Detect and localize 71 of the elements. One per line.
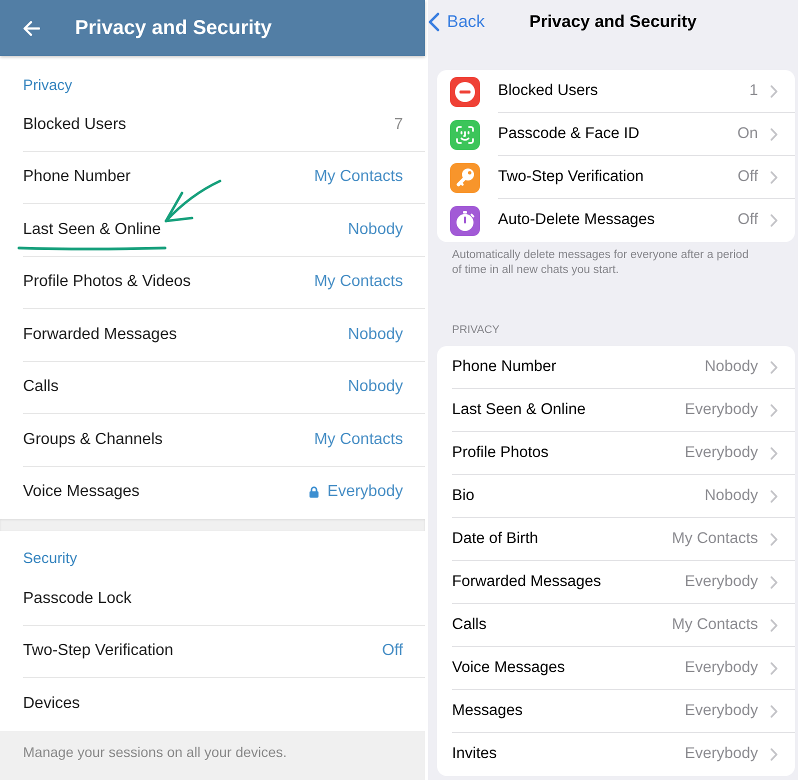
setting-value: My Contacts: [314, 430, 403, 450]
chevron-icon: [770, 360, 778, 374]
chevron-icon: [770, 704, 778, 718]
setting-value: Everybody: [684, 744, 758, 764]
chevron-icon: [770, 214, 778, 226]
setting-value: Nobody: [348, 220, 403, 240]
setting-label[interactable]: Phone Number: [452, 355, 556, 379]
setting-label[interactable]: Calls: [452, 613, 486, 637]
setting-label[interactable]: Two-Step Verification: [498, 165, 644, 189]
setting-value: 7: [394, 114, 403, 135]
chevron-icon: [770, 490, 778, 502]
setting-value: Nobody: [348, 324, 403, 345]
section-header: PRIVACY: [452, 324, 500, 336]
setting-value: Everybody: [684, 658, 758, 678]
setting-value: On: [737, 124, 758, 144]
footer-note: Manage your sessions on all your devices.: [23, 744, 287, 760]
setting-label[interactable]: Groups & Channels: [23, 428, 163, 452]
setting-label[interactable]: Profile Photos & Videos: [23, 270, 191, 294]
setting-value: 1: [749, 81, 758, 102]
setting-value: Off: [382, 641, 403, 662]
setting-label[interactable]: Forwarded Messages: [23, 322, 177, 347]
section-title: Privacy: [23, 77, 72, 94]
setting-label[interactable]: Forwarded Messages: [452, 570, 602, 594]
setting-value: Nobody: [704, 357, 758, 378]
back-chevron-icon: [428, 12, 440, 32]
setting-value: My Contacts: [672, 615, 758, 636]
setting-value: Everybody: [684, 572, 758, 592]
setting-value: Off: [738, 167, 758, 188]
setting-label[interactable]: Blocked Users: [498, 79, 598, 103]
setting-label[interactable]: Messages: [452, 699, 523, 723]
setting-label[interactable]: Bio: [452, 484, 474, 508]
chevron-icon: [770, 128, 778, 140]
setting-label[interactable]: Invites: [452, 742, 497, 766]
setting-label[interactable]: Calls: [23, 375, 59, 400]
chevron-icon: [770, 576, 778, 588]
setting-value: Everybody: [327, 482, 403, 502]
setting-value: Nobody: [348, 377, 403, 398]
setting-label[interactable]: Voice Messages: [23, 480, 140, 504]
setting-value: My Contacts: [314, 167, 403, 188]
setting-value: My Contacts: [672, 529, 758, 550]
setting-label[interactable]: Two-Step Verification: [23, 639, 174, 664]
setting-label[interactable]: Voice Messages: [452, 656, 565, 680]
setting-label[interactable]: Last Seen & Online: [452, 398, 586, 422]
setting-value: Everybody: [684, 443, 758, 464]
setting-value: My Contacts: [314, 272, 403, 292]
chevron-icon: [770, 662, 778, 674]
chevron-icon: [770, 532, 778, 546]
back-arrow-icon: [22, 20, 40, 36]
chevron-icon: [770, 404, 778, 416]
chevron-icon: [770, 84, 778, 98]
chevron-icon: [770, 618, 778, 632]
setting-label[interactable]: Devices: [23, 692, 80, 716]
setting-label[interactable]: Passcode & Face ID: [498, 122, 640, 146]
setting-value: Off: [738, 210, 758, 230]
setting-label[interactable]: Profile Photos: [452, 441, 548, 465]
nav-title: Privacy and Security: [529, 11, 697, 34]
chevron-icon: [770, 748, 778, 760]
setting-label[interactable]: Last Seen & Online: [23, 218, 161, 242]
setting-label[interactable]: Auto-Delete Messages: [498, 208, 655, 232]
setting-label[interactable]: Phone Number: [23, 165, 131, 190]
section-title: Security: [23, 550, 78, 567]
chevron-icon: [770, 446, 778, 460]
setting-value: Everybody: [684, 701, 758, 722]
app-bar-title: Privacy and Security: [75, 16, 272, 41]
setting-value: Nobody: [704, 486, 758, 506]
setting-label[interactable]: Date of Birth: [452, 527, 538, 551]
setting-value: Everybody: [684, 400, 758, 420]
setting-label[interactable]: Blocked Users: [23, 112, 126, 137]
setting-label[interactable]: Passcode Lock: [23, 586, 132, 611]
chevron-icon: [770, 170, 778, 184]
footer-note: Automatically delete messages for everyone after a period of time in all new chats you start.: [452, 248, 750, 278]
